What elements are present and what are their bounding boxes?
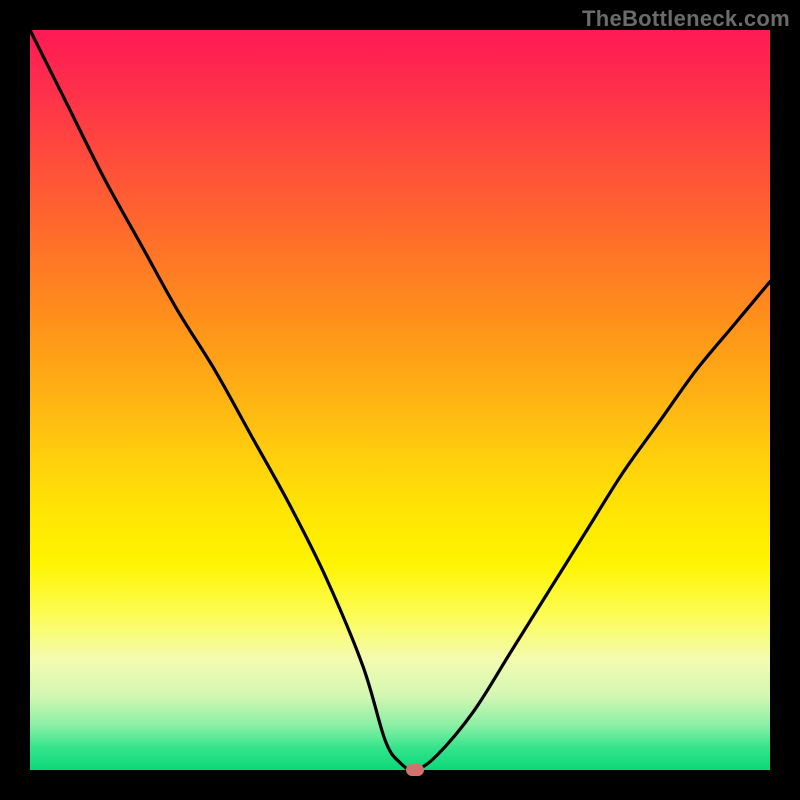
chart-frame: TheBottleneck.com — [0, 0, 800, 800]
optimal-point-marker — [406, 764, 424, 776]
branding-watermark: TheBottleneck.com — [582, 6, 790, 32]
bottleneck-curve — [30, 30, 770, 770]
plot-area — [30, 30, 770, 770]
